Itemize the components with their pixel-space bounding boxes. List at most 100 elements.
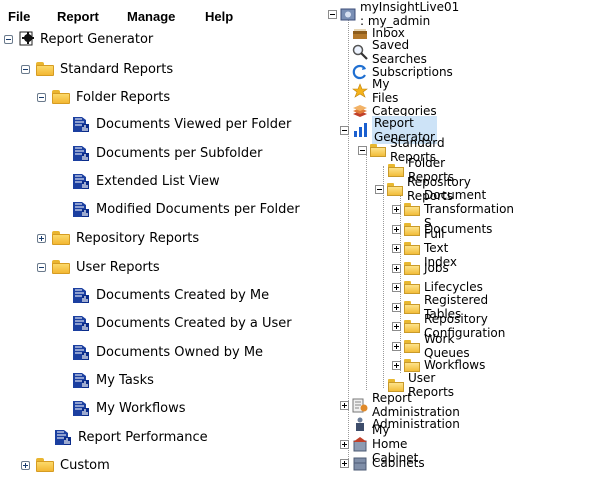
right-report-administration[interactable]: Report Administration [340,391,460,419]
expand-icon[interactable] [392,302,401,312]
report-generator-icon [19,30,37,48]
report-label: My Tasks [96,372,154,388]
left-custom[interactable]: Custom [21,453,110,477]
report-label: Documents Created by a User [96,315,292,331]
folder-icon [52,90,70,104]
folder-icon [404,241,420,255]
menu-file[interactable]: File [8,9,30,24]
categories-icon [353,105,367,117]
collapse-icon[interactable] [37,262,46,272]
expand-icon[interactable] [392,243,401,253]
left-report-item[interactable]: Extended List View [72,169,220,193]
left-user-reports[interactable]: User Reports [37,255,160,279]
expand-icon[interactable] [21,460,30,470]
left-report-item[interactable]: Modified Documents per Folder [72,197,300,221]
collapse-icon[interactable] [328,9,337,19]
folder-icon [370,143,386,157]
expand-icon[interactable] [392,282,401,292]
repo-item-label: Lifecycles [424,280,483,294]
custom-label: Custom [60,457,110,473]
collapse-icon[interactable] [37,92,46,102]
search-icon [352,44,368,60]
right-repo-item[interactable]: Full Text Index [392,227,457,269]
star-icon [352,83,368,98]
report-icon [72,343,90,361]
folder-icon [404,319,420,333]
cabinets-label: Cabinets [372,456,425,470]
right-repository-root[interactable]: myInsightLive01 : my_admin [328,0,459,28]
repository-icon [340,8,356,21]
collapse-icon[interactable] [358,145,367,155]
left-report-item[interactable]: Documents Created by Me [72,283,269,307]
menu-manage[interactable]: Manage [127,9,175,24]
expand-icon[interactable] [392,204,401,214]
right-repo-item[interactable]: Jobs [392,259,449,277]
report-label: Documents per Subfolder [96,145,263,161]
right-repo-item[interactable]: Document Transformation S [392,188,514,230]
folder-icon [404,280,420,294]
folder-icon [52,260,70,274]
expand-icon[interactable] [37,233,46,243]
expand-icon[interactable] [392,360,401,370]
repo-item-label: Jobs [424,261,449,275]
folder-icon [404,261,420,275]
bar-chart-icon [354,123,367,137]
folder-icon [404,222,420,236]
menu-help[interactable]: Help [205,9,233,24]
report-label: Extended List View [96,173,220,189]
report-icon [72,314,90,332]
expand-icon[interactable] [392,341,401,351]
expand-icon[interactable] [392,263,401,273]
collapse-icon[interactable] [4,34,13,44]
left-repository-reports[interactable]: Repository Reports [37,226,199,250]
right-repo-item[interactable]: Work Queues [392,332,470,360]
right-my-files[interactable]: My Files [352,77,398,105]
left-report-item[interactable]: My Tasks [72,368,154,392]
menu-report[interactable]: Report [57,9,99,24]
right-saved-searches[interactable]: Saved Searches [352,38,427,66]
subscriptions-icon [352,64,366,80]
report-icon [72,144,90,162]
expand-icon[interactable] [340,400,349,410]
left-report-item[interactable]: Documents per Subfolder [72,141,262,165]
folder-icon [387,182,403,196]
folder-icon [404,358,420,372]
folder-icon [52,231,70,245]
inbox-icon [353,29,367,39]
folder-icon [404,339,420,353]
standard-reports-label: Standard Reports [60,61,174,77]
expand-icon[interactable] [392,321,401,331]
left-report-item[interactable]: Documents Created by a User [72,311,292,335]
report-icon [72,115,90,133]
left-report-item[interactable]: Documents Owned by Me [72,340,263,364]
cabinets-icon [353,457,367,471]
folder-icon [388,163,404,177]
admin-icon [356,417,364,431]
right-cabinets[interactable]: Cabinets [340,454,425,472]
report-icon [72,399,90,417]
left-standard-reports[interactable]: Standard Reports [21,57,173,81]
report-label: My Workflows [96,400,186,416]
left-folder-reports[interactable]: Folder Reports [37,85,170,109]
expand-icon[interactable] [340,439,349,449]
report-label: Modified Documents per Folder [96,201,300,217]
right-my-home-cabinet[interactable]: My Home Cabinet [340,423,418,465]
left-report-performance[interactable]: Report Performance [54,425,208,449]
report-icon [72,172,90,190]
report-label: Documents Viewed per Folder [96,116,292,132]
collapse-icon[interactable] [375,184,384,194]
collapse-icon[interactable] [21,64,30,74]
left-report-item[interactable]: My Workflows [72,396,186,420]
report-icon [72,200,90,218]
right-subscriptions[interactable]: Subscriptions [352,63,453,81]
expand-icon[interactable] [392,224,401,234]
folder-icon [36,62,54,76]
expand-icon[interactable] [340,458,349,468]
collapse-icon[interactable] [340,125,349,135]
left-report-item[interactable]: Documents Viewed per Folder [72,112,291,136]
left-tree-root[interactable]: Report Generator [4,27,153,51]
saved-searches-label: Saved Searches [372,38,427,66]
root-label: Report Generator [40,31,154,47]
report-label: Documents Created by Me [96,287,270,303]
folder-icon [388,378,404,392]
